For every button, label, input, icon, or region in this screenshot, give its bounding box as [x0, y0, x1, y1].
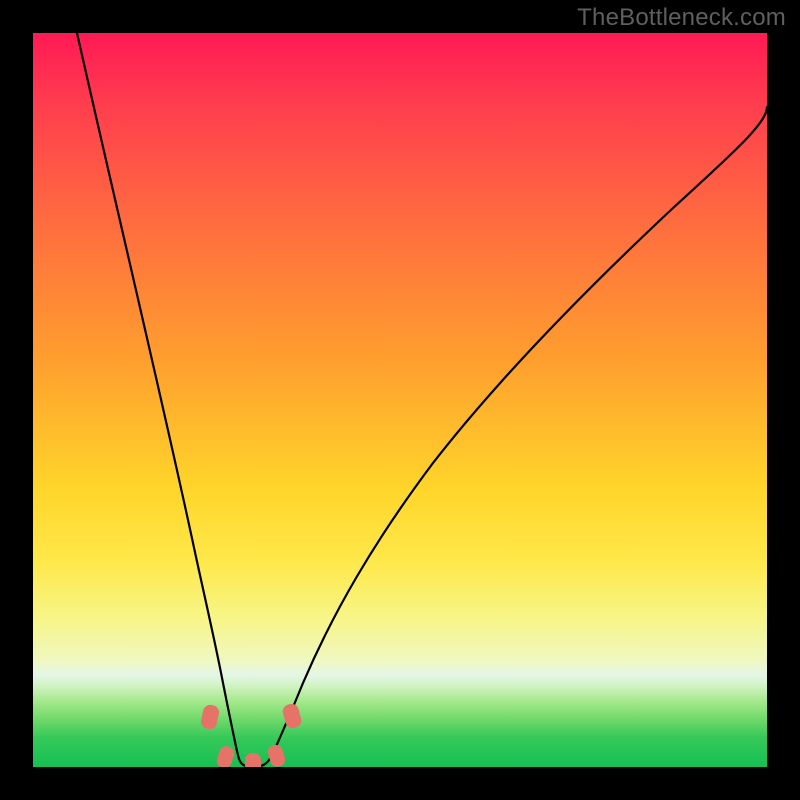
curve-marker — [245, 753, 261, 767]
plot-area — [33, 33, 767, 767]
curve-marker — [200, 704, 221, 731]
curve-marker — [266, 743, 287, 767]
curve-left-path — [77, 33, 247, 766]
marker-group — [200, 702, 303, 767]
curve-marker — [215, 744, 236, 767]
curve-right-path — [259, 107, 767, 766]
watermark-text: TheBottleneck.com — [577, 4, 786, 32]
bottleneck-curve — [33, 33, 767, 767]
